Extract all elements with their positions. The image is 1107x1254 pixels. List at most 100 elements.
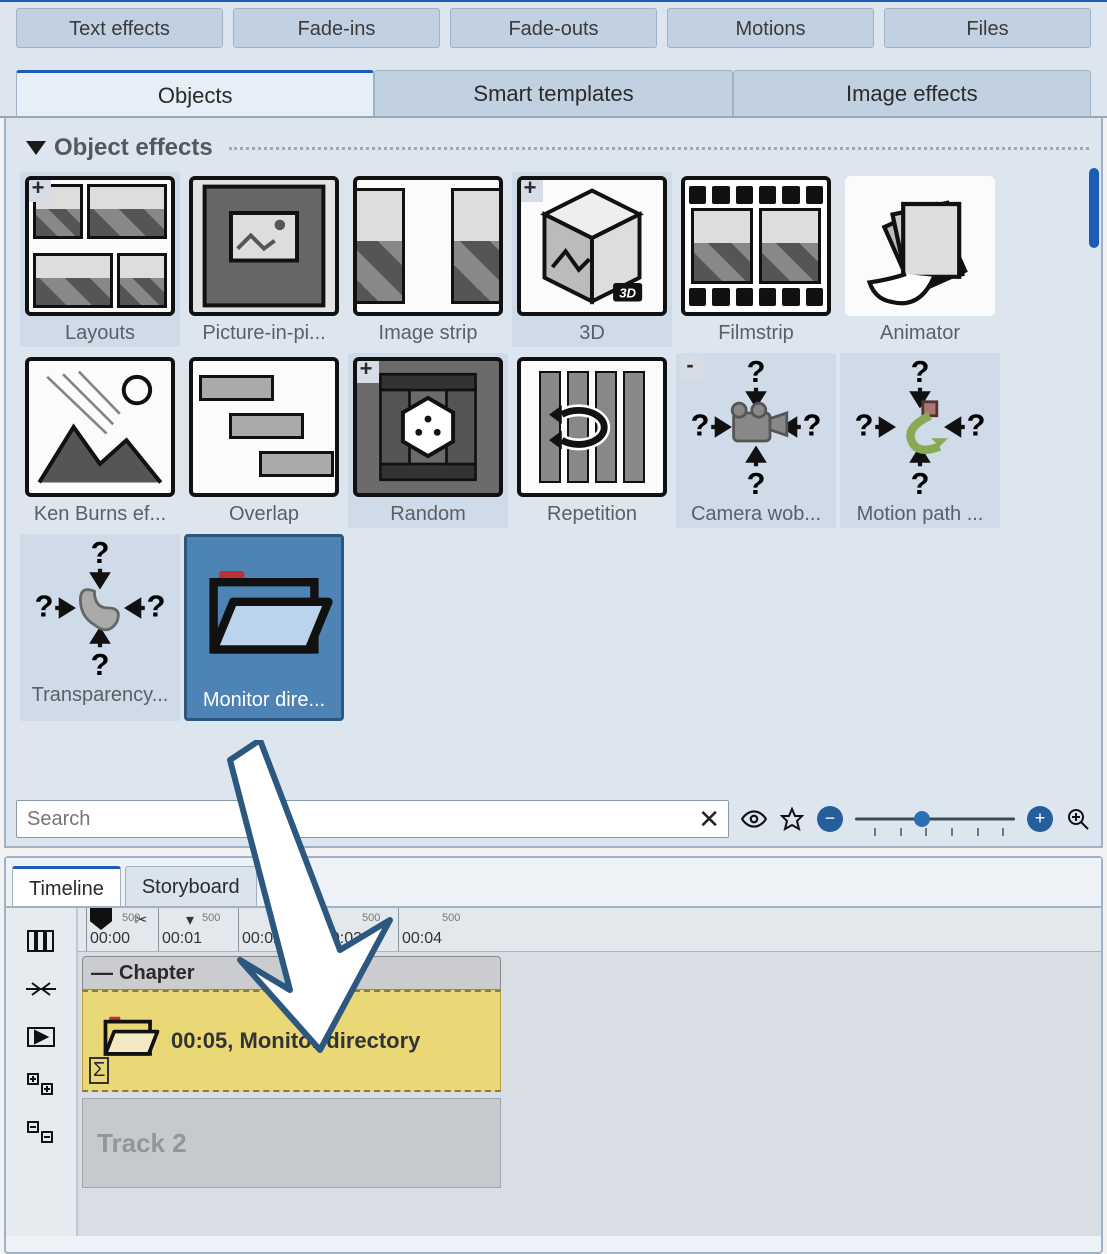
track-2[interactable]: Track 2 [82, 1098, 501, 1188]
group-title: Object effects [54, 134, 213, 162]
cube-3d-icon: + 3D [517, 176, 667, 316]
lower-panel: Timeline Storyboard ✂ ▾ 00:00 00:01500 0… [4, 856, 1103, 1254]
search-input[interactable] [25, 807, 692, 832]
tab-motions[interactable]: Motions [667, 8, 874, 48]
timeline-main[interactable]: ✂ ▾ 00:00 00:01500 00:02500 00:03500 00:… [78, 908, 1101, 1236]
effect-monitor-directory[interactable]: Monitor dire... [184, 534, 344, 721]
motion-path-icon: ???? [845, 357, 995, 497]
effect-label: Ken Burns ef... [34, 503, 166, 526]
tab-files[interactable]: Files [884, 8, 1091, 48]
tab-fade-outs[interactable]: Fade-outs [450, 8, 657, 48]
effect-label: Monitor dire... [203, 689, 325, 712]
effect-motion-path[interactable]: ???? Motion path ... [840, 353, 1000, 528]
transparency-icon: ???? [25, 538, 175, 678]
ruler-tick: 00:03 [318, 908, 362, 951]
camera-wobble-icon: - ???? [681, 357, 831, 497]
divider-dots [229, 147, 1089, 150]
tab-objects[interactable]: Objects [16, 70, 374, 116]
plus-badge: + [517, 176, 543, 202]
ruler-tick: 00:04 [398, 908, 442, 951]
effect-camera-wobble[interactable]: - ???? Camera wob... [676, 353, 836, 528]
effects-panel: Object effects + Layouts Picture-in-pi..… [4, 118, 1103, 848]
effect-repetition[interactable]: Repetition [512, 353, 672, 528]
zoom-reset-icon[interactable] [1065, 806, 1091, 832]
effect-label: Random [390, 503, 466, 526]
svg-text:?: ? [855, 407, 874, 442]
svg-text:?: ? [691, 407, 710, 442]
minus-badge: - [681, 357, 703, 379]
clip-time: 00:05, [171, 1028, 233, 1053]
tool-transition-icon[interactable] [23, 974, 59, 1004]
strip-icon [353, 176, 503, 316]
tab-fade-ins[interactable]: Fade-ins [233, 8, 440, 48]
svg-text:?: ? [911, 357, 930, 389]
time-ruler[interactable]: ✂ ▾ 00:00 00:01500 00:02500 00:03500 00:… [78, 908, 1101, 952]
effect-random[interactable]: + Random [348, 353, 508, 528]
timeline-tool-column [6, 908, 78, 1236]
svg-text:?: ? [91, 647, 110, 678]
clip-name: Monitor directory [240, 1028, 421, 1053]
effect-ken-burns[interactable]: Ken Burns ef... [20, 353, 180, 528]
top-tab-row: Text effects Fade-ins Fade-outs Motions … [0, 0, 1107, 70]
tool-add-track-icon[interactable] [23, 1070, 59, 1100]
effect-label: Overlap [229, 503, 299, 526]
collapse-triangle-icon[interactable] [26, 141, 46, 155]
layouts-icon: + [25, 176, 175, 316]
chapter-header[interactable]: — Chapter [82, 956, 501, 990]
effect-transparency[interactable]: ???? Transparency... [20, 534, 180, 721]
effects-grid: + Layouts Picture-in-pi... Image strip [14, 172, 1093, 721]
track-2-label: Track 2 [97, 1128, 187, 1159]
group-header[interactable]: Object effects [14, 128, 1093, 172]
effect-animator[interactable]: Animator [840, 172, 1000, 347]
tool-tracks-icon[interactable] [23, 926, 59, 956]
tab-image-effects[interactable]: Image effects [733, 70, 1091, 116]
pip-icon [189, 176, 339, 316]
search-bar: ✕ − + [6, 792, 1101, 846]
second-tab-row: Objects Smart templates Image effects [0, 70, 1107, 118]
tab-smart-templates[interactable]: Smart templates [374, 70, 732, 116]
search-box[interactable]: ✕ [16, 800, 729, 838]
repetition-icon [517, 357, 667, 497]
effect-label: Camera wob... [691, 503, 821, 526]
thumbnail-size-slider[interactable] [855, 806, 1015, 832]
effect-3d[interactable]: + 3D 3D [512, 172, 672, 347]
effect-label: Repetition [547, 503, 637, 526]
svg-text:?: ? [967, 407, 986, 442]
effect-label: Filmstrip [718, 322, 794, 345]
effect-layouts[interactable]: + Layouts [20, 172, 180, 347]
effect-label: Picture-in-pi... [202, 322, 325, 345]
scrollbar-thumb[interactable] [1089, 168, 1099, 248]
svg-text:?: ? [91, 538, 110, 570]
svg-text:?: ? [35, 588, 54, 623]
plus-badge: + [25, 176, 51, 202]
folder-icon [189, 543, 339, 683]
cue-icon[interactable]: Σ [89, 1057, 109, 1084]
svg-text:3D: 3D [619, 285, 636, 300]
svg-text:?: ? [911, 466, 930, 497]
tab-timeline[interactable]: Timeline [12, 866, 121, 906]
effect-label: Motion path ... [857, 503, 984, 526]
filmstrip-icon [681, 176, 831, 316]
ruler-tick: 00:01 [158, 908, 202, 951]
effect-picture-in-picture[interactable]: Picture-in-pi... [184, 172, 344, 347]
effect-image-strip[interactable]: Image strip [348, 172, 508, 347]
tool-remove-track-icon[interactable] [23, 1118, 59, 1148]
svg-text:?: ? [747, 357, 766, 389]
plus-badge: + [353, 357, 379, 383]
zoom-in-button[interactable]: + [1027, 806, 1053, 832]
effect-overlap[interactable]: Overlap [184, 353, 344, 528]
favorite-star-icon[interactable] [779, 806, 805, 832]
timeline-clip[interactable]: 00:05, Monitor directory Σ [82, 990, 501, 1092]
effect-filmstrip[interactable]: Filmstrip [676, 172, 836, 347]
tab-storyboard[interactable]: Storyboard [125, 866, 257, 906]
effect-label: Layouts [65, 322, 135, 345]
tool-play-icon[interactable] [23, 1022, 59, 1052]
preview-eye-icon[interactable] [741, 806, 767, 832]
clear-search-icon[interactable]: ✕ [698, 804, 720, 835]
tab-text-effects[interactable]: Text effects [16, 8, 223, 48]
zoom-out-button[interactable]: − [817, 806, 843, 832]
effect-label: Animator [880, 322, 960, 345]
flipbook-icon [845, 176, 995, 316]
dice-icon: + [353, 357, 503, 497]
chapter-label: Chapter [119, 962, 195, 985]
